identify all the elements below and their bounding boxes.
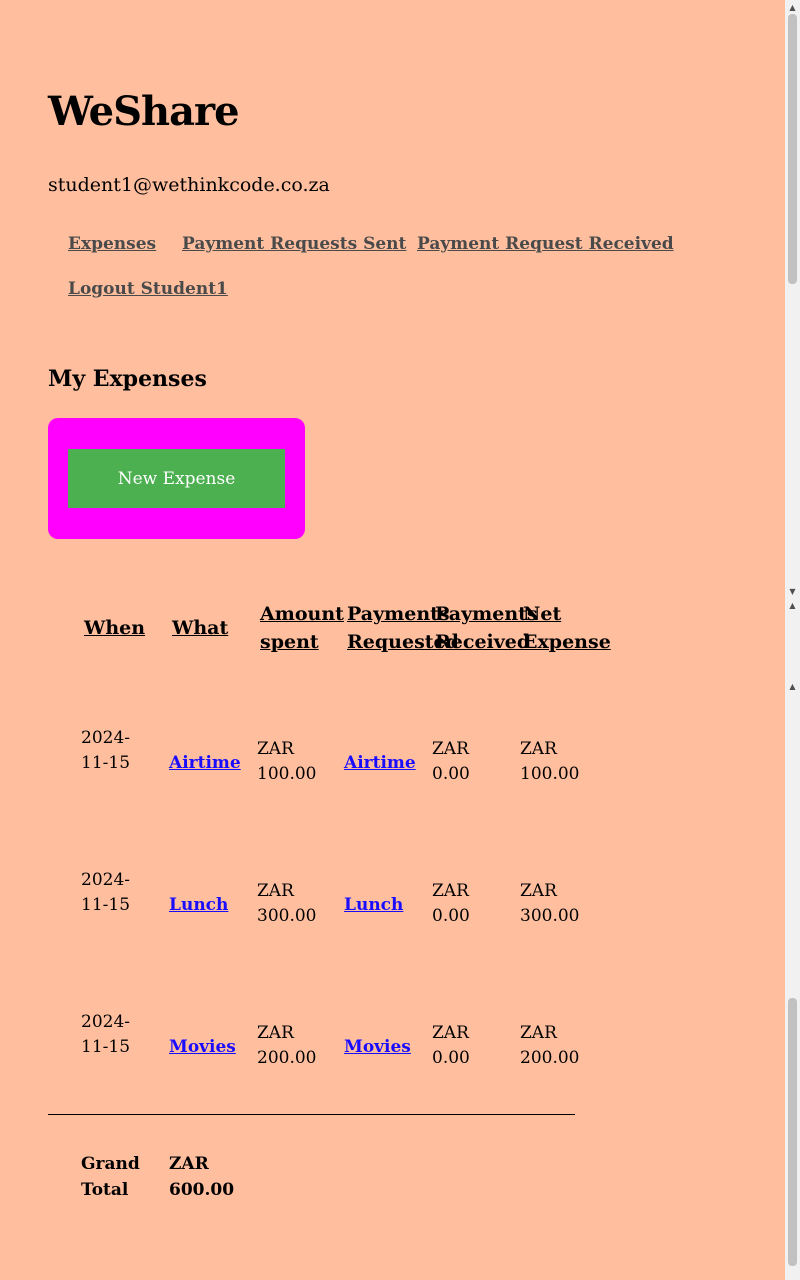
cell-when: 2024-11-15 — [81, 728, 131, 773]
payment-request-link[interactable]: Lunch — [344, 893, 403, 918]
header-net: Net Expense — [523, 603, 611, 653]
nav-requests-sent[interactable]: Payment Requests Sent — [182, 234, 406, 254]
header-requested: Payments Requested — [347, 603, 459, 653]
scroll-thumb[interactable] — [788, 14, 797, 284]
nav-logout[interactable]: Logout Student1 — [68, 279, 228, 299]
scroll-up-arrow[interactable]: ▲ — [785, 600, 800, 612]
scrollbar[interactable]: ▲ ▼ ▲ ▲ — [785, 0, 800, 1280]
new-expense-button[interactable]: New Expense — [68, 449, 285, 508]
section-title: My Expenses — [48, 366, 207, 392]
header-what: What — [172, 617, 229, 639]
cell-net: ZAR 100.00 — [520, 739, 580, 784]
cell-amount: ZAR 200.00 — [257, 1023, 317, 1068]
expense-link[interactable]: Airtime — [169, 751, 241, 776]
nav-requests-received[interactable]: Payment Request Received — [417, 234, 674, 254]
cell-amount: ZAR 100.00 — [257, 739, 317, 784]
payment-request-link[interactable]: Movies — [344, 1035, 411, 1060]
cell-when: 2024-11-15 — [81, 1012, 131, 1057]
cell-received: ZAR 0.00 — [432, 739, 470, 784]
nav-expenses[interactable]: Expenses — [68, 234, 156, 254]
header-received: Payments Received — [435, 603, 538, 653]
new-expense-container: New Expense — [48, 418, 305, 539]
scroll-up-arrow[interactable]: ▲ — [785, 2, 800, 14]
payment-request-link[interactable]: Airtime — [344, 751, 416, 776]
expense-link[interactable]: Movies — [169, 1035, 236, 1060]
table-divider — [48, 1114, 575, 1115]
app-title: WeShare — [48, 88, 240, 135]
cell-net: ZAR 200.00 — [520, 1023, 580, 1068]
grand-total-value: ZAR 600.00 — [169, 1154, 235, 1200]
header-amount: Amount spent — [260, 603, 344, 653]
scroll-up-arrow[interactable]: ▲ — [785, 681, 800, 693]
cell-amount: ZAR 300.00 — [257, 881, 317, 926]
scroll-down-arrow[interactable]: ▼ — [785, 586, 800, 598]
user-email: student1@wethinkcode.co.za — [48, 174, 330, 196]
grand-total-label: Grand Total — [81, 1154, 140, 1200]
expense-link[interactable]: Lunch — [169, 893, 228, 918]
cell-net: ZAR 300.00 — [520, 881, 580, 926]
scroll-thumb[interactable] — [788, 998, 797, 1266]
cell-received: ZAR 0.00 — [432, 881, 470, 926]
cell-received: ZAR 0.00 — [432, 1023, 470, 1068]
cell-when: 2024-11-15 — [81, 870, 131, 915]
header-when: When — [84, 617, 146, 639]
